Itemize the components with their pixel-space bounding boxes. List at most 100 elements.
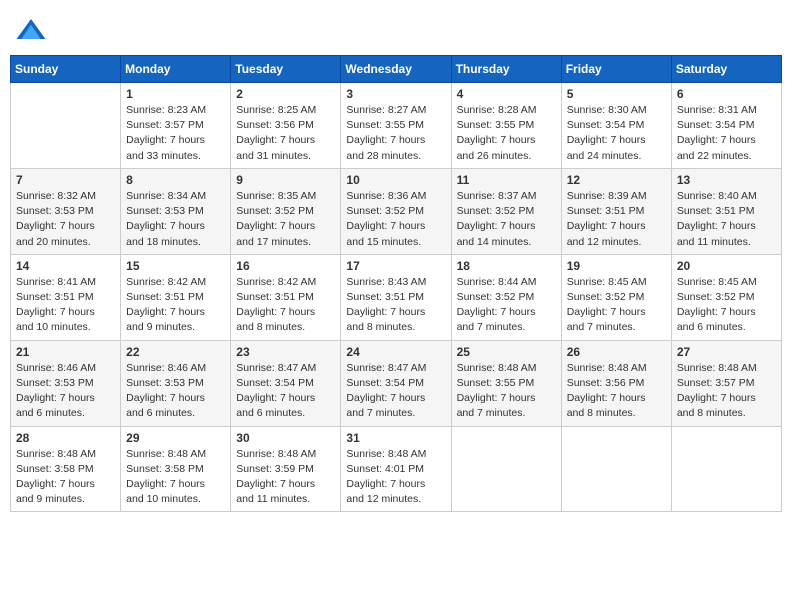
day-number: 8 [126,173,225,187]
calendar-cell: 6Sunrise: 8:31 AMSunset: 3:54 PMDaylight… [671,83,781,169]
cell-content: Sunrise: 8:43 AMSunset: 3:51 PMDaylight:… [346,275,445,336]
calendar-cell: 16Sunrise: 8:42 AMSunset: 3:51 PMDayligh… [231,254,341,340]
day-number: 15 [126,259,225,273]
day-number: 29 [126,431,225,445]
cell-content: Sunrise: 8:48 AMSunset: 4:01 PMDaylight:… [346,447,445,508]
day-number: 1 [126,87,225,101]
calendar-cell: 11 Sunrise: 8:37 AMSunset: 3:52 PMDayligh… [451,168,561,254]
calendar-week-row: 1Sunrise: 8:23 AMSunset: 3:57 PMDaylight… [11,83,782,169]
page-header [10,10,782,47]
calendar-cell: 27 Sunrise: 8:48 AMSunset: 3:57 PMDayligh… [671,340,781,426]
weekday-header-friday: Friday [561,56,671,83]
calendar-cell: 1Sunrise: 8:23 AMSunset: 3:57 PMDaylight… [121,83,231,169]
calendar-cell: 28 Sunrise: 8:48 AMSunset: 3:58 PMDayligh… [11,426,121,512]
calendar-cell: 17 Sunrise: 8:43 AMSunset: 3:51 PMDayligh… [341,254,451,340]
calendar-cell: 20Sunrise: 8:45 AMSunset: 3:52 PMDayligh… [671,254,781,340]
calendar-cell: 30 Sunrise: 8:48 AMSunset: 3:59 PMDayligh… [231,426,341,512]
day-number: 19 [567,259,666,273]
calendar-cell [561,426,671,512]
cell-content: Sunrise: 8:28 AMSunset: 3:55 PMDaylight:… [457,103,556,164]
calendar-cell: 21 Sunrise: 8:46 AMSunset: 3:53 PMDayligh… [11,340,121,426]
cell-content: Sunrise: 8:32 AMSunset: 3:53 PMDaylight:… [16,189,115,250]
calendar-cell: 31 Sunrise: 8:48 AMSunset: 4:01 PMDayligh… [341,426,451,512]
cell-content: Sunrise: 8:46 AMSunset: 3:53 PMDaylight:… [126,361,225,422]
day-number: 5 [567,87,666,101]
cell-content: Sunrise: 8:48 AMSunset: 3:55 PMDaylight:… [457,361,556,422]
calendar-cell: 13 Sunrise: 8:40 AMSunset: 3:51 PMDayligh… [671,168,781,254]
cell-content: Sunrise: 8:36 AMSunset: 3:52 PMDaylight:… [346,189,445,250]
day-number: 24 [346,345,445,359]
day-number: 14 [16,259,115,273]
weekday-header-tuesday: Tuesday [231,56,341,83]
calendar-cell [11,83,121,169]
weekday-header-wednesday: Wednesday [341,56,451,83]
calendar-cell: 24 Sunrise: 8:47 AMSunset: 3:54 PMDayligh… [341,340,451,426]
calendar-cell: 4Sunrise: 8:28 AMSunset: 3:55 PMDaylight… [451,83,561,169]
day-number: 28 [16,431,115,445]
calendar-week-row: 28 Sunrise: 8:48 AMSunset: 3:58 PMDayligh… [11,426,782,512]
calendar-cell: 25 Sunrise: 8:48 AMSunset: 3:55 PMDayligh… [451,340,561,426]
weekday-header-monday: Monday [121,56,231,83]
weekday-header-thursday: Thursday [451,56,561,83]
weekday-header-sunday: Sunday [11,56,121,83]
day-number: 9 [236,173,335,187]
day-number: 21 [16,345,115,359]
day-number: 30 [236,431,335,445]
day-number: 23 [236,345,335,359]
logo [15,15,49,47]
cell-content: Sunrise: 8:25 AMSunset: 3:56 PMDaylight:… [236,103,335,164]
cell-content: Sunrise: 8:40 AMSunset: 3:51 PMDaylight:… [677,189,776,250]
calendar-cell: 29 Sunrise: 8:48 AMSunset: 3:58 PMDayligh… [121,426,231,512]
cell-content: Sunrise: 8:46 AMSunset: 3:53 PMDaylight:… [16,361,115,422]
calendar-table: SundayMondayTuesdayWednesdayThursdayFrid… [10,55,782,512]
calendar-cell: 8Sunrise: 8:34 AMSunset: 3:53 PMDaylight… [121,168,231,254]
day-number: 2 [236,87,335,101]
day-number: 27 [677,345,776,359]
day-number: 7 [16,173,115,187]
day-number: 3 [346,87,445,101]
day-number: 31 [346,431,445,445]
calendar-cell: 14Sunrise: 8:41 AMSunset: 3:51 PMDayligh… [11,254,121,340]
day-number: 22 [126,345,225,359]
day-number: 11 [457,173,556,187]
day-number: 13 [677,173,776,187]
day-number: 20 [677,259,776,273]
day-number: 18 [457,259,556,273]
calendar-cell: 23 Sunrise: 8:47 AMSunset: 3:54 PMDayligh… [231,340,341,426]
day-number: 10 [346,173,445,187]
logo-icon [15,15,47,47]
cell-content: Sunrise: 8:30 AMSunset: 3:54 PMDaylight:… [567,103,666,164]
cell-content: Sunrise: 8:44 AMSunset: 3:52 PMDaylight:… [457,275,556,336]
calendar-cell: 18 Sunrise: 8:44 AMSunset: 3:52 PMDayligh… [451,254,561,340]
calendar-cell: 5 Sunrise: 8:30 AMSunset: 3:54 PMDaylight… [561,83,671,169]
calendar-cell: 9 Sunrise: 8:35 AMSunset: 3:52 PMDaylight… [231,168,341,254]
cell-content: Sunrise: 8:48 AMSunset: 3:57 PMDaylight:… [677,361,776,422]
cell-content: Sunrise: 8:27 AMSunset: 3:55 PMDaylight:… [346,103,445,164]
calendar-cell [451,426,561,512]
calendar-cell: 10 Sunrise: 8:36 AMSunset: 3:52 PMDayligh… [341,168,451,254]
day-number: 17 [346,259,445,273]
calendar-week-row: 7 Sunrise: 8:32 AMSunset: 3:53 PMDaylight… [11,168,782,254]
cell-content: Sunrise: 8:48 AMSunset: 3:59 PMDaylight:… [236,447,335,508]
calendar-cell: 26Sunrise: 8:48 AMSunset: 3:56 PMDayligh… [561,340,671,426]
calendar-cell: 3 Sunrise: 8:27 AMSunset: 3:55 PMDaylight… [341,83,451,169]
cell-content: Sunrise: 8:48 AMSunset: 3:58 PMDaylight:… [126,447,225,508]
cell-content: Sunrise: 8:35 AMSunset: 3:52 PMDaylight:… [236,189,335,250]
day-number: 12 [567,173,666,187]
cell-content: Sunrise: 8:31 AMSunset: 3:54 PMDaylight:… [677,103,776,164]
calendar-cell [671,426,781,512]
cell-content: Sunrise: 8:42 AMSunset: 3:51 PMDaylight:… [126,275,225,336]
day-number: 25 [457,345,556,359]
weekday-header-row: SundayMondayTuesdayWednesdayThursdayFrid… [11,56,782,83]
cell-content: Sunrise: 8:37 AMSunset: 3:52 PMDaylight:… [457,189,556,250]
calendar-cell: 19 Sunrise: 8:45 AMSunset: 3:52 PMDayligh… [561,254,671,340]
cell-content: Sunrise: 8:45 AMSunset: 3:52 PMDaylight:… [567,275,666,336]
calendar-cell: 12 Sunrise: 8:39 AMSunset: 3:51 PMDayligh… [561,168,671,254]
calendar-cell: 15 Sunrise: 8:42 AMSunset: 3:51 PMDayligh… [121,254,231,340]
cell-content: Sunrise: 8:39 AMSunset: 3:51 PMDaylight:… [567,189,666,250]
cell-content: Sunrise: 8:47 AMSunset: 3:54 PMDaylight:… [236,361,335,422]
cell-content: Sunrise: 8:48 AMSunset: 3:58 PMDaylight:… [16,447,115,508]
cell-content: Sunrise: 8:48 AMSunset: 3:56 PMDaylight:… [567,361,666,422]
weekday-header-saturday: Saturday [671,56,781,83]
cell-content: Sunrise: 8:47 AMSunset: 3:54 PMDaylight:… [346,361,445,422]
